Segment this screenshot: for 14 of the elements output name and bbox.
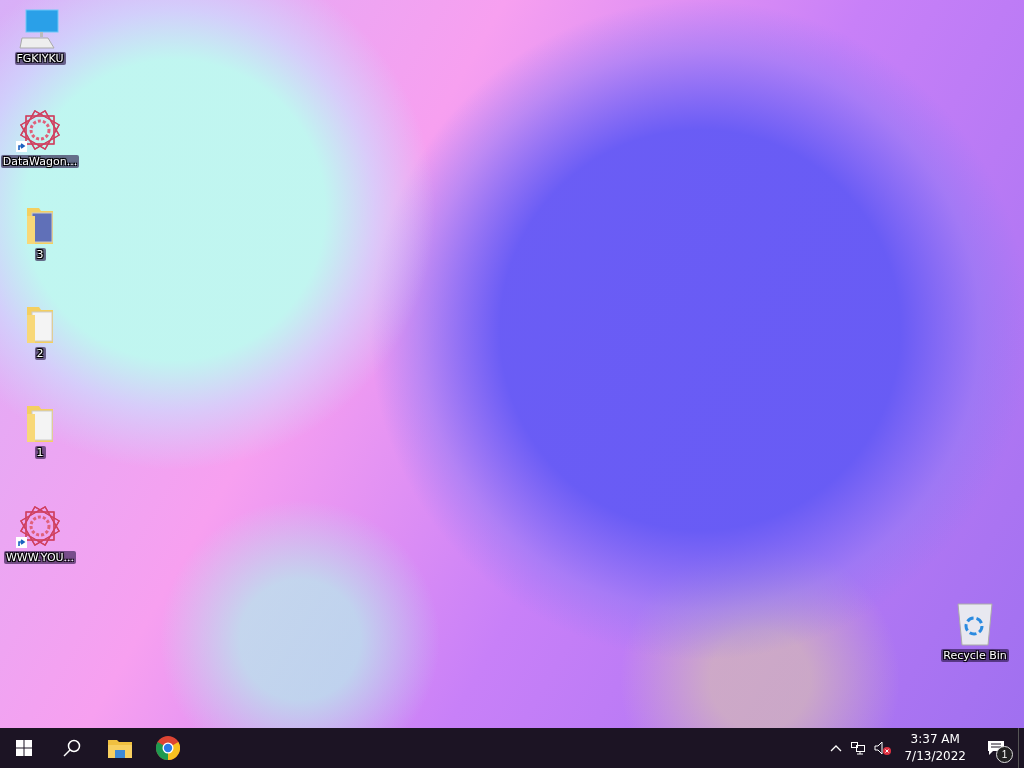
star-logo-icon [17,503,63,549]
desktop-icon-label[interactable]: WWW.YOU... [3,551,77,564]
clock[interactable]: 3:37 AM 7/13/2022 [896,731,974,765]
search-icon [63,739,81,757]
network-icon [850,741,867,755]
chrome-logo-icon [156,736,180,760]
chevron-up-icon [830,744,843,752]
computer-icon [18,8,62,50]
action-center-button[interactable]: 1 [974,728,1018,768]
recycle-bin-icon [955,602,995,646]
windows-logo-icon [16,740,32,756]
notification-count: 1 [996,746,1013,763]
star-logo-icon [17,107,63,153]
folder-icon [108,738,132,758]
